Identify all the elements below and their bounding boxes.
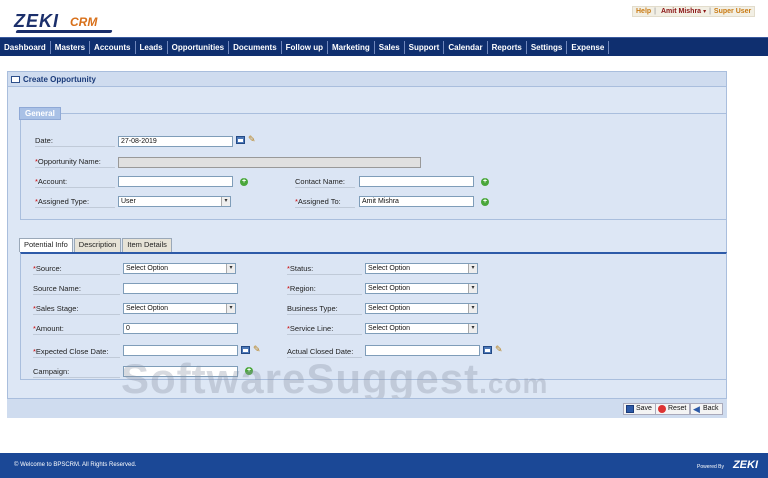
general-legend: General xyxy=(19,107,61,120)
nav-item-opportunities[interactable]: Opportunities xyxy=(168,40,230,54)
save-button[interactable]: Save xyxy=(623,403,656,415)
nav-item-calendar[interactable]: Calendar xyxy=(444,40,488,54)
opportunity-name-label: *Opportunity Name: xyxy=(35,157,115,168)
service-line-select[interactable]: Select Option ▾ xyxy=(365,323,478,334)
tab-item-details[interactable]: Item Details xyxy=(122,238,172,252)
help-link[interactable]: Help xyxy=(636,8,651,15)
chevron-down-icon[interactable]: ▾ xyxy=(703,8,706,15)
amount-field[interactable]: 0 xyxy=(123,323,238,334)
source-name-field[interactable] xyxy=(123,283,238,294)
contact-name-field[interactable] xyxy=(359,176,474,187)
main-nav: Dashboard Masters Accounts Leads Opportu… xyxy=(0,37,768,56)
nav-item-documents[interactable]: Documents xyxy=(229,40,282,54)
reset-button[interactable]: Reset xyxy=(655,403,691,415)
logo-main-text: ZEKI xyxy=(14,11,60,31)
clear-icon[interactable]: ✎ xyxy=(253,345,261,354)
user-role: Super User xyxy=(713,8,752,15)
clear-icon[interactable]: ✎ xyxy=(495,345,503,354)
nav-item-masters[interactable]: Masters xyxy=(51,40,91,54)
status-select[interactable]: Select Option ▾ xyxy=(365,263,478,274)
calendar-icon[interactable] xyxy=(241,346,250,354)
calendar-icon[interactable] xyxy=(236,136,245,144)
app-logo[interactable]: ZEKI CRM xyxy=(14,11,124,33)
panel-header: Create Opportunity xyxy=(8,72,726,87)
calendar-icon[interactable] xyxy=(483,346,492,354)
source-label: *Source: xyxy=(33,264,120,275)
page-title: Create Opportunity xyxy=(23,74,96,84)
business-type-select[interactable]: Select Option ▾ xyxy=(365,303,478,314)
account-label: *Account: xyxy=(35,177,115,188)
nav-item-dashboard[interactable]: Dashboard xyxy=(0,40,51,54)
add-assignee-icon[interactable]: + xyxy=(481,198,489,206)
expected-close-date-label: *Expected Close Date: xyxy=(33,347,120,358)
nav-item-marketing[interactable]: Marketing xyxy=(328,40,375,54)
nav-item-settings[interactable]: Settings xyxy=(527,40,568,54)
opportunity-name-field[interactable] xyxy=(118,157,421,168)
tab-potential-info[interactable]: Potential Info xyxy=(19,238,73,252)
date-label: Date: xyxy=(35,136,115,147)
add-contact-icon[interactable]: + xyxy=(481,178,489,186)
sales-stage-select[interactable]: Select Option ▾ xyxy=(123,303,236,314)
clear-icon[interactable]: ✎ xyxy=(248,135,256,144)
save-icon xyxy=(626,405,634,413)
status-label: *Status: xyxy=(287,264,362,275)
user-menu[interactable]: Amit Mishra xyxy=(661,8,701,15)
contact-name-label: Contact Name: xyxy=(295,177,355,188)
nav-item-reports[interactable]: Reports xyxy=(488,40,527,54)
chevron-down-icon: ▾ xyxy=(468,284,477,293)
page: { "app": { "logo_main": "ZEKI", "logo_su… xyxy=(0,0,768,478)
date-field[interactable]: 27-08-2019 xyxy=(118,136,233,147)
tab-description[interactable]: Description xyxy=(73,238,122,252)
chevron-down-icon: ▾ xyxy=(226,304,235,313)
source-select[interactable]: Select Option ▾ xyxy=(123,263,236,274)
assigned-type-label: *Assigned Type: xyxy=(35,197,115,208)
action-bar xyxy=(7,398,727,418)
account-field[interactable] xyxy=(118,176,233,187)
nav-item-support[interactable]: Support xyxy=(405,40,445,54)
nav-item-accounts[interactable]: Accounts xyxy=(90,40,136,54)
chevron-down-icon: ▾ xyxy=(226,264,235,273)
service-line-label: *Service Line: xyxy=(287,324,362,335)
reset-icon xyxy=(658,405,666,413)
assigned-type-select[interactable]: User ▾ xyxy=(118,196,231,207)
nav-item-leads[interactable]: Leads xyxy=(136,40,168,54)
back-arrow-icon: ◀ xyxy=(693,404,700,414)
add-account-icon[interactable]: + xyxy=(240,178,248,186)
nav-item-sales[interactable]: Sales xyxy=(375,40,405,54)
assigned-to-label: *Assigned To: xyxy=(295,197,355,208)
tab-bar: Potential Info Description Item Details xyxy=(19,238,173,252)
userbar-separator: | xyxy=(709,8,711,15)
back-button[interactable]: ◀ Back xyxy=(690,403,723,415)
amount-label: *Amount: xyxy=(33,324,120,335)
userbar-separator: | xyxy=(654,8,656,15)
region-label: *Region: xyxy=(287,284,362,295)
watermark: SoftwareSuggest.com xyxy=(121,355,549,402)
chevron-down-icon: ▾ xyxy=(468,304,477,313)
region-select[interactable]: Select Option ▾ xyxy=(365,283,478,294)
page-footer: © Welcome to BPSCRM. All Rights Reserved… xyxy=(0,453,768,478)
user-bar: Help | Amit Mishra ▾ | Super User xyxy=(632,6,756,17)
source-name-label: Source Name: xyxy=(33,284,120,295)
campaign-label: Campaign: xyxy=(33,367,120,378)
nav-item-follow-up[interactable]: Follow up xyxy=(282,40,328,54)
logo-swoosh xyxy=(15,30,113,33)
logo-sub-text: CRM xyxy=(70,15,98,29)
copyright-text: © Welcome to BPSCRM. All Rights Reserved… xyxy=(14,462,137,468)
powered-by-text: Powered By xyxy=(697,464,724,470)
window-icon xyxy=(11,75,20,83)
business-type-label: Business Type: xyxy=(287,304,362,315)
assigned-to-field[interactable]: Amit Mishra xyxy=(359,196,474,207)
powered-by-logo: ZEKI xyxy=(732,459,758,471)
nav-item-expense[interactable]: Expense xyxy=(567,40,610,54)
chevron-down-icon: ▾ xyxy=(221,197,230,206)
chevron-down-icon: ▾ xyxy=(468,324,477,333)
chevron-down-icon: ▾ xyxy=(468,264,477,273)
sales-stage-label: *Sales Stage: xyxy=(33,304,120,315)
